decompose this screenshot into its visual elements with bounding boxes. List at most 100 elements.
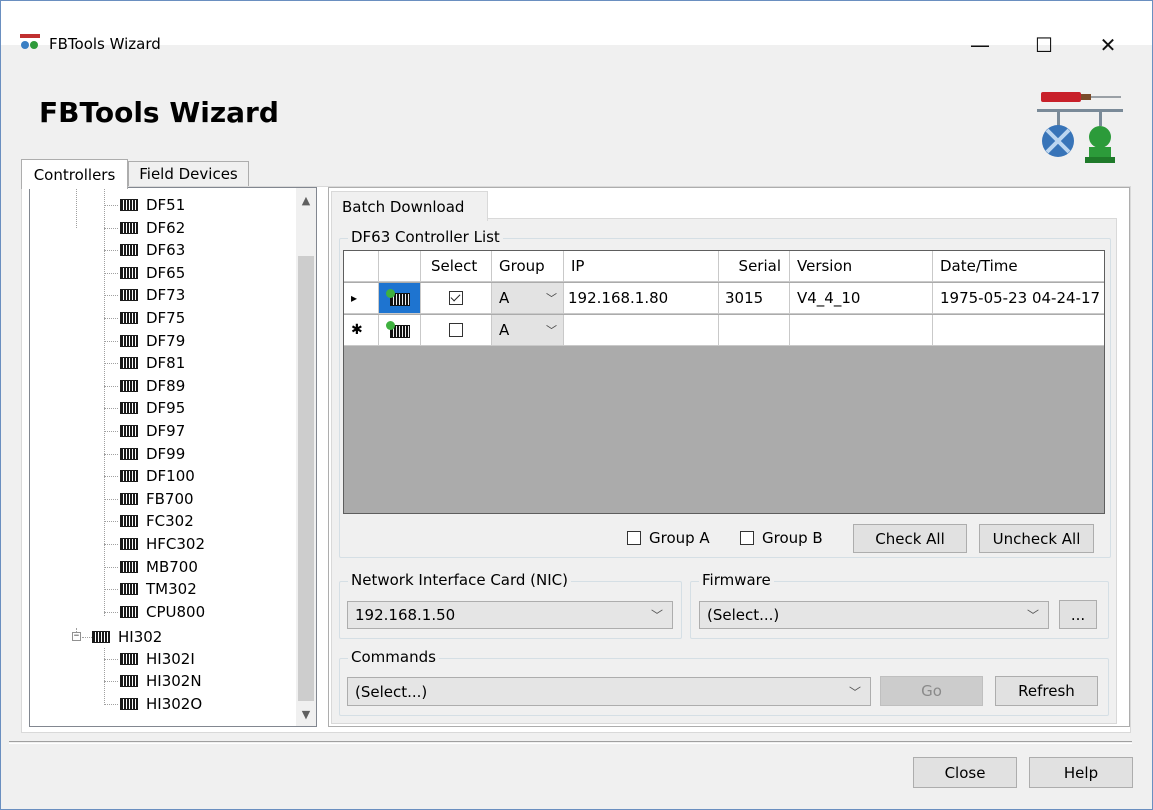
go-label: Go — [921, 682, 942, 700]
tree-item-hi302n[interactable]: HI302N — [120, 670, 202, 692]
maximize-button[interactable]: ☐ — [1015, 23, 1073, 67]
grid-column-datetime[interactable]: Date/Time — [933, 251, 1104, 282]
group-b-checkbox-box[interactable] — [740, 531, 754, 545]
commands-selected-value: (Select...) — [355, 682, 428, 701]
controller-tree[interactable]: DF51 DF62 DF63 DF65 DF73 DF75 DF79 DF81 DF89 DF95… — [29, 187, 317, 727]
tree-item-label: HI302 — [118, 628, 163, 646]
row-ip-cell[interactable]: 192.168.1.80 — [564, 283, 719, 314]
tree-item-label: FC302 — [146, 512, 194, 531]
tree-item-label: FB700 — [146, 489, 194, 508]
tree-item-hi302i[interactable]: HI302I — [120, 648, 195, 670]
close-button[interactable]: ✕ — [1079, 23, 1137, 67]
group-a-checkbox-box[interactable] — [627, 531, 641, 545]
grid-column-group[interactable]: Group — [492, 251, 564, 282]
tree-scroll-thumb[interactable] — [298, 256, 314, 701]
grid-column-ip[interactable]: IP — [564, 251, 719, 282]
title-bar[interactable]: FBTools Wizard — ☐ ✕ — [1, 1, 1152, 57]
tree-item-label: DF62 — [146, 218, 186, 237]
tab-batch-download[interactable]: Batch Download — [331, 191, 488, 221]
tree-item-df89[interactable]: DF89 — [120, 375, 185, 397]
tree-item-label: HI302O — [146, 695, 203, 713]
row-select-cell[interactable] — [421, 315, 492, 346]
nic-select[interactable]: 192.168.1.50 ﹀ — [347, 601, 673, 629]
tree-item-label: DF81 — [146, 354, 186, 373]
commands-select[interactable]: (Select...) ﹀ — [347, 677, 871, 706]
grid-column-version[interactable]: Version — [790, 251, 933, 282]
go-button[interactable]: Go — [880, 676, 983, 706]
check-all-button[interactable]: Check All — [853, 524, 967, 553]
minimize-button[interactable]: — — [951, 23, 1009, 67]
controller-device-icon — [120, 199, 138, 211]
firmware-browse-button[interactable]: ... — [1059, 600, 1097, 629]
row-version-cell[interactable]: V4_4_10 — [790, 283, 933, 314]
row-serial-cell[interactable]: 3015 — [719, 283, 790, 314]
tab-field-devices[interactable]: Field Devices — [128, 161, 249, 187]
tree-item-label: DF51 — [146, 196, 186, 214]
tree-item-df95[interactable]: DF95 — [120, 397, 185, 419]
tree-item-df75[interactable]: DF75 — [120, 307, 185, 329]
row-datetime-cell[interactable] — [933, 315, 1104, 346]
refresh-button[interactable]: Refresh — [995, 676, 1098, 706]
uncheck-all-button[interactable]: Uncheck All — [979, 524, 1094, 553]
tree-expander-hi302[interactable]: − — [72, 632, 81, 641]
tree-item-df97[interactable]: DF97 — [120, 420, 185, 442]
tree-item-fc302[interactable]: FC302 — [120, 510, 194, 532]
tree-item-tm302[interactable]: TM302 — [120, 578, 197, 600]
tree-item-hi302[interactable]: HI302 — [92, 626, 162, 648]
tree-item-mb700[interactable]: MB700 — [120, 556, 198, 578]
tree-item-df81[interactable]: DF81 — [120, 352, 185, 374]
tree-item-label: DF99 — [146, 444, 186, 463]
tree-item-df73[interactable]: DF73 — [120, 284, 185, 306]
group-a-checkbox[interactable]: Group A — [627, 529, 710, 547]
controller-device-icon — [120, 266, 138, 279]
row-select-checkbox[interactable] — [449, 323, 463, 337]
table-row[interactable]: ▸ A ﹀ 192.168.1.80 3015 V4_4_10 1975-05-… — [344, 283, 1104, 314]
tree-item-df62[interactable]: DF62 — [120, 217, 185, 239]
row-serial-cell[interactable] — [719, 315, 790, 346]
column-label: IP — [571, 257, 585, 275]
firmware-select[interactable]: (Select...) ﹀ — [699, 601, 1049, 629]
tree-item-df65[interactable]: DF65 — [120, 262, 185, 284]
scroll-down-arrow-icon[interactable]: ▼ — [296, 704, 316, 724]
tree-scrollbar[interactable]: ▲ ▼ — [296, 188, 316, 726]
close-dialog-button[interactable]: Close — [913, 757, 1017, 788]
help-button[interactable]: Help — [1029, 757, 1133, 788]
tree-item-label: HFC302 — [146, 535, 206, 553]
controller-device-icon — [120, 425, 138, 437]
help-label: Help — [1063, 763, 1099, 782]
commands-title: Commands — [348, 648, 439, 666]
controller-grid[interactable]: Select Group IP Serial Version Date/Time… — [343, 250, 1105, 514]
row-group-combo[interactable]: A ﹀ — [492, 283, 564, 314]
row-version-cell[interactable] — [790, 315, 933, 346]
tree-item-cpu800[interactable]: CPU800 — [120, 601, 205, 623]
scroll-up-arrow-icon[interactable]: ▲ — [296, 190, 316, 210]
tree-item-df63[interactable]: DF63 — [120, 239, 185, 261]
tree-item-label: DF97 — [146, 422, 186, 440]
controller-device-icon — [120, 515, 138, 528]
grid-column-select[interactable]: Select — [421, 251, 492, 282]
row-select-checkbox[interactable] — [449, 291, 463, 305]
tree-item-hfc302[interactable]: HFC302 — [120, 533, 205, 555]
row-datetime-cell[interactable]: 1975-05-23 04-24-17 — [933, 283, 1104, 314]
tab-controllers[interactable]: Controllers — [21, 159, 128, 189]
tree-item-df51[interactable]: DF51 — [120, 194, 185, 216]
chevron-down-icon: ﹀ — [546, 324, 557, 337]
grid-column-serial[interactable]: Serial — [719, 251, 790, 282]
row-group-combo[interactable]: A ﹀ — [492, 315, 564, 346]
tree-item-df79[interactable]: DF79 — [120, 330, 185, 352]
row-controller-icon-cell — [379, 315, 421, 346]
row-group-value: A — [499, 321, 510, 339]
tree-item-fb700[interactable]: FB700 — [120, 488, 194, 510]
tree-item-hi302o[interactable]: HI302O — [120, 693, 202, 715]
tree-item-label: DF95 — [146, 399, 186, 418]
group-b-checkbox[interactable]: Group B — [740, 529, 823, 547]
row-datetime-value: 1975-05-23 04-24-17 — [940, 289, 1101, 307]
row-select-cell[interactable] — [421, 283, 492, 314]
tree-item-df99[interactable]: DF99 — [120, 443, 185, 465]
tree-item-label: DF63 — [146, 241, 186, 260]
tree-item-label: DF89 — [146, 376, 186, 395]
table-row-new[interactable]: ✱ A ﹀ — [344, 315, 1104, 346]
tree-item-df100[interactable]: DF100 — [120, 465, 195, 487]
row-ip-cell[interactable] — [564, 315, 719, 346]
controller-device-icon — [120, 289, 138, 302]
